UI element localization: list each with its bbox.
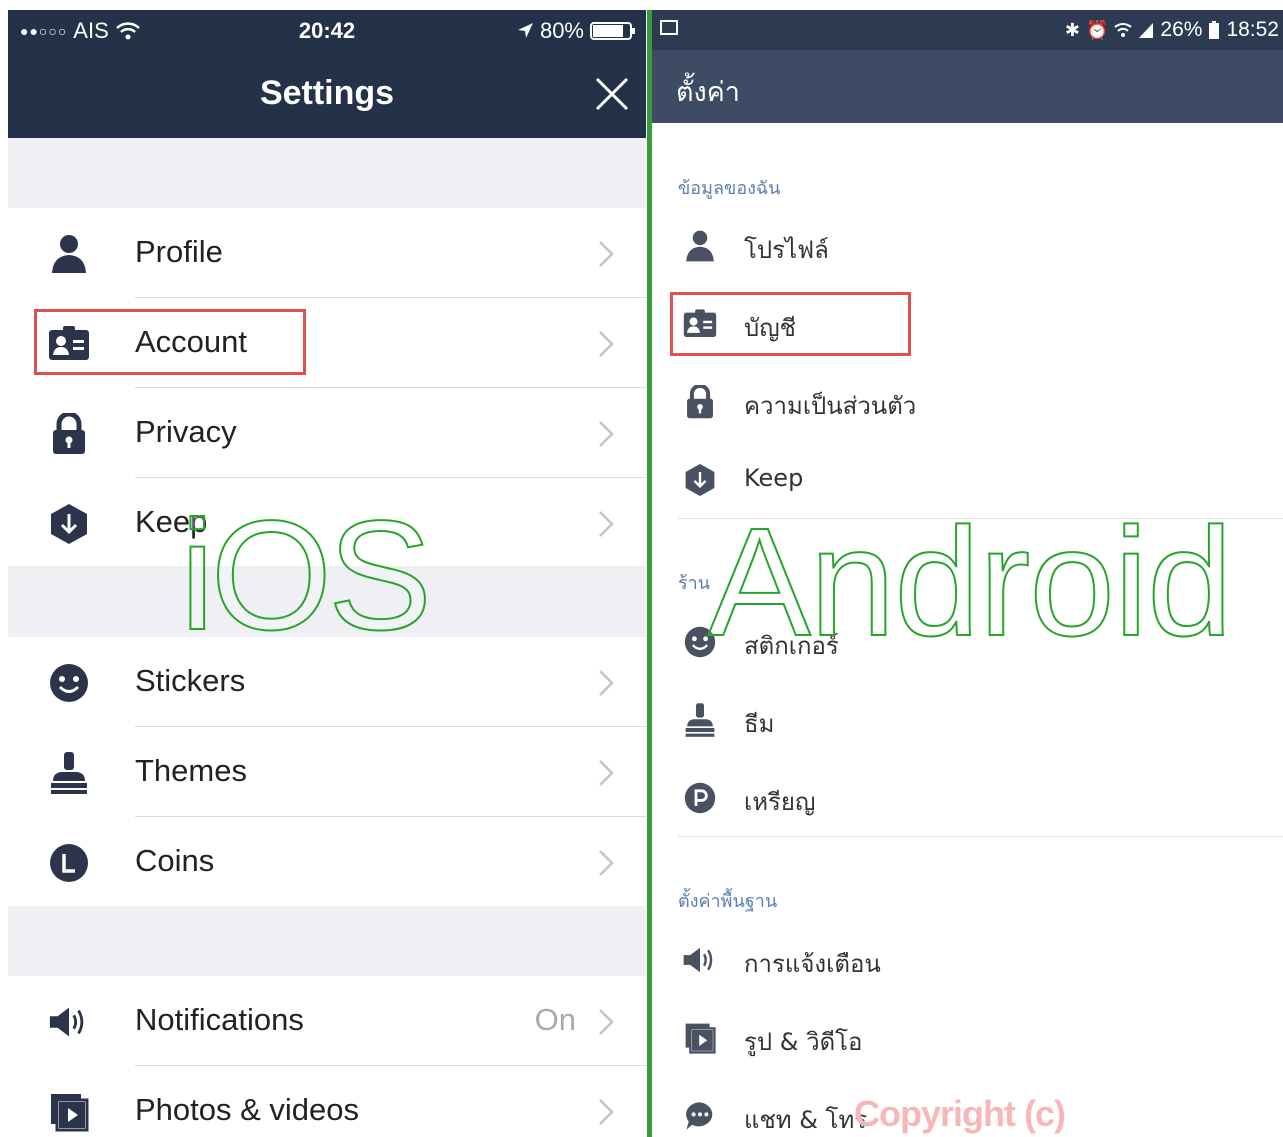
battery-percent: 80% [539,18,584,43]
lock-icon [48,413,90,455]
keep-icon [682,462,718,498]
and-row-label: รูป & วิดีโอ [744,1028,863,1056]
ios-row-label: Stickers [135,663,246,698]
chevron-right-icon [599,511,614,537]
ios-row-profile[interactable]: Profile [8,208,646,298]
copyright-watermark: Copyright (c) NONGIT.COM [854,1093,1075,1137]
ios-row-photos-videos[interactable]: Photos & videos [8,1066,646,1137]
battery-percent: 26% [1160,18,1203,41]
chevron-right-icon [599,421,614,447]
location-arrow-icon [517,23,533,38]
person-icon [48,233,90,275]
clock: 18:52 [1226,18,1279,41]
speaker-icon [682,942,718,978]
page-title: ตั้งค่า [676,77,740,108]
and-row-label: เหรียญ [744,788,816,816]
chevron-right-icon [599,331,614,357]
page-title: Settings [259,74,395,112]
ios-row-label: Notifications [135,1002,304,1037]
lock-icon [682,384,718,420]
ios-group-shop: Stickers Themes Coins [8,637,646,906]
smiley-icon [48,662,90,704]
and-row-photos-videos[interactable]: รูป & วิดีโอ [652,998,1283,1076]
chevron-right-icon [599,1009,614,1035]
wifi-icon [1114,23,1133,37]
stamp-icon [682,702,718,738]
speaker-icon [48,1001,90,1043]
and-row-profile[interactable]: โปรไฟล์ [652,206,1283,284]
ios-row-label: Photos & videos [135,1092,360,1127]
ios-nav-bar: Settings [8,50,646,138]
battery-icon [1209,21,1220,39]
and-row-label: ธีม [744,710,775,738]
ios-row-privacy[interactable]: Privacy [8,388,646,478]
ios-status-bar: ●●○○○ AIS 20:42 80% [8,10,646,50]
and-row-notifications[interactable]: การแจ้งเตือน [652,920,1283,998]
ios-row-themes[interactable]: Themes [8,727,646,817]
section-header-my-info: ข้อมูลของฉัน [678,178,781,199]
android-toolbar: ตั้งค่า [652,50,1283,123]
and-row-label: แชท & โทร [744,1106,868,1134]
image-notification-icon [660,20,678,35]
and-row-privacy[interactable]: ความเป็นส่วนตัว [652,362,1283,440]
person-icon [682,228,718,264]
section-header-basic-settings: ตั้งค่าพื้นฐาน [678,891,778,912]
chevron-right-icon [599,850,614,876]
ios-row-coins[interactable]: Coins [8,817,646,907]
close-icon[interactable] [592,74,632,114]
ios-row-label: Themes [135,753,247,788]
notifications-status: On [534,1002,576,1037]
highlight-box [670,292,911,356]
coin-icon [48,842,90,884]
ios-row-label: Coins [135,843,215,878]
ios-group-basic: Notifications On Photos & videos [8,976,646,1137]
ios-row-label: Privacy [135,414,237,449]
photos-videos-icon [48,1091,90,1133]
and-row-coins[interactable]: เหรียญ [652,758,1283,836]
android-watermark-label: Android [707,496,1234,668]
battery-icon [590,22,635,40]
and-row-label: ความเป็นส่วนตัว [744,392,917,420]
and-row-label: Keep [744,464,804,492]
bluetooth-icon: ✱ [1064,19,1080,40]
ios-row-notifications[interactable]: Notifications On [8,976,646,1066]
android-status-bar: ✱ ⏰ 26% 18:52 [652,10,1283,50]
highlight-box [34,309,306,375]
coin-icon [682,780,718,816]
signal-icon [1139,23,1154,38]
chevron-right-icon [599,670,614,696]
ios-watermark-label: iOS [179,489,433,663]
chat-icon [682,1098,718,1134]
stamp-icon [48,752,90,794]
divider [678,836,1283,837]
and-row-themes[interactable]: ธีม [652,680,1283,758]
keep-icon [48,503,90,545]
chevron-right-icon [599,1099,614,1125]
and-row-label: โปรไฟล์ [744,236,829,264]
and-row-label: การแจ้งเตือน [744,950,881,978]
section-header-shop: ร้าน [678,573,711,594]
alarm-icon: ⏰ [1085,19,1109,40]
chevron-right-icon [599,760,614,786]
photos-videos-icon [682,1020,718,1056]
chevron-right-icon [599,241,614,267]
ios-row-label: Profile [135,234,223,269]
